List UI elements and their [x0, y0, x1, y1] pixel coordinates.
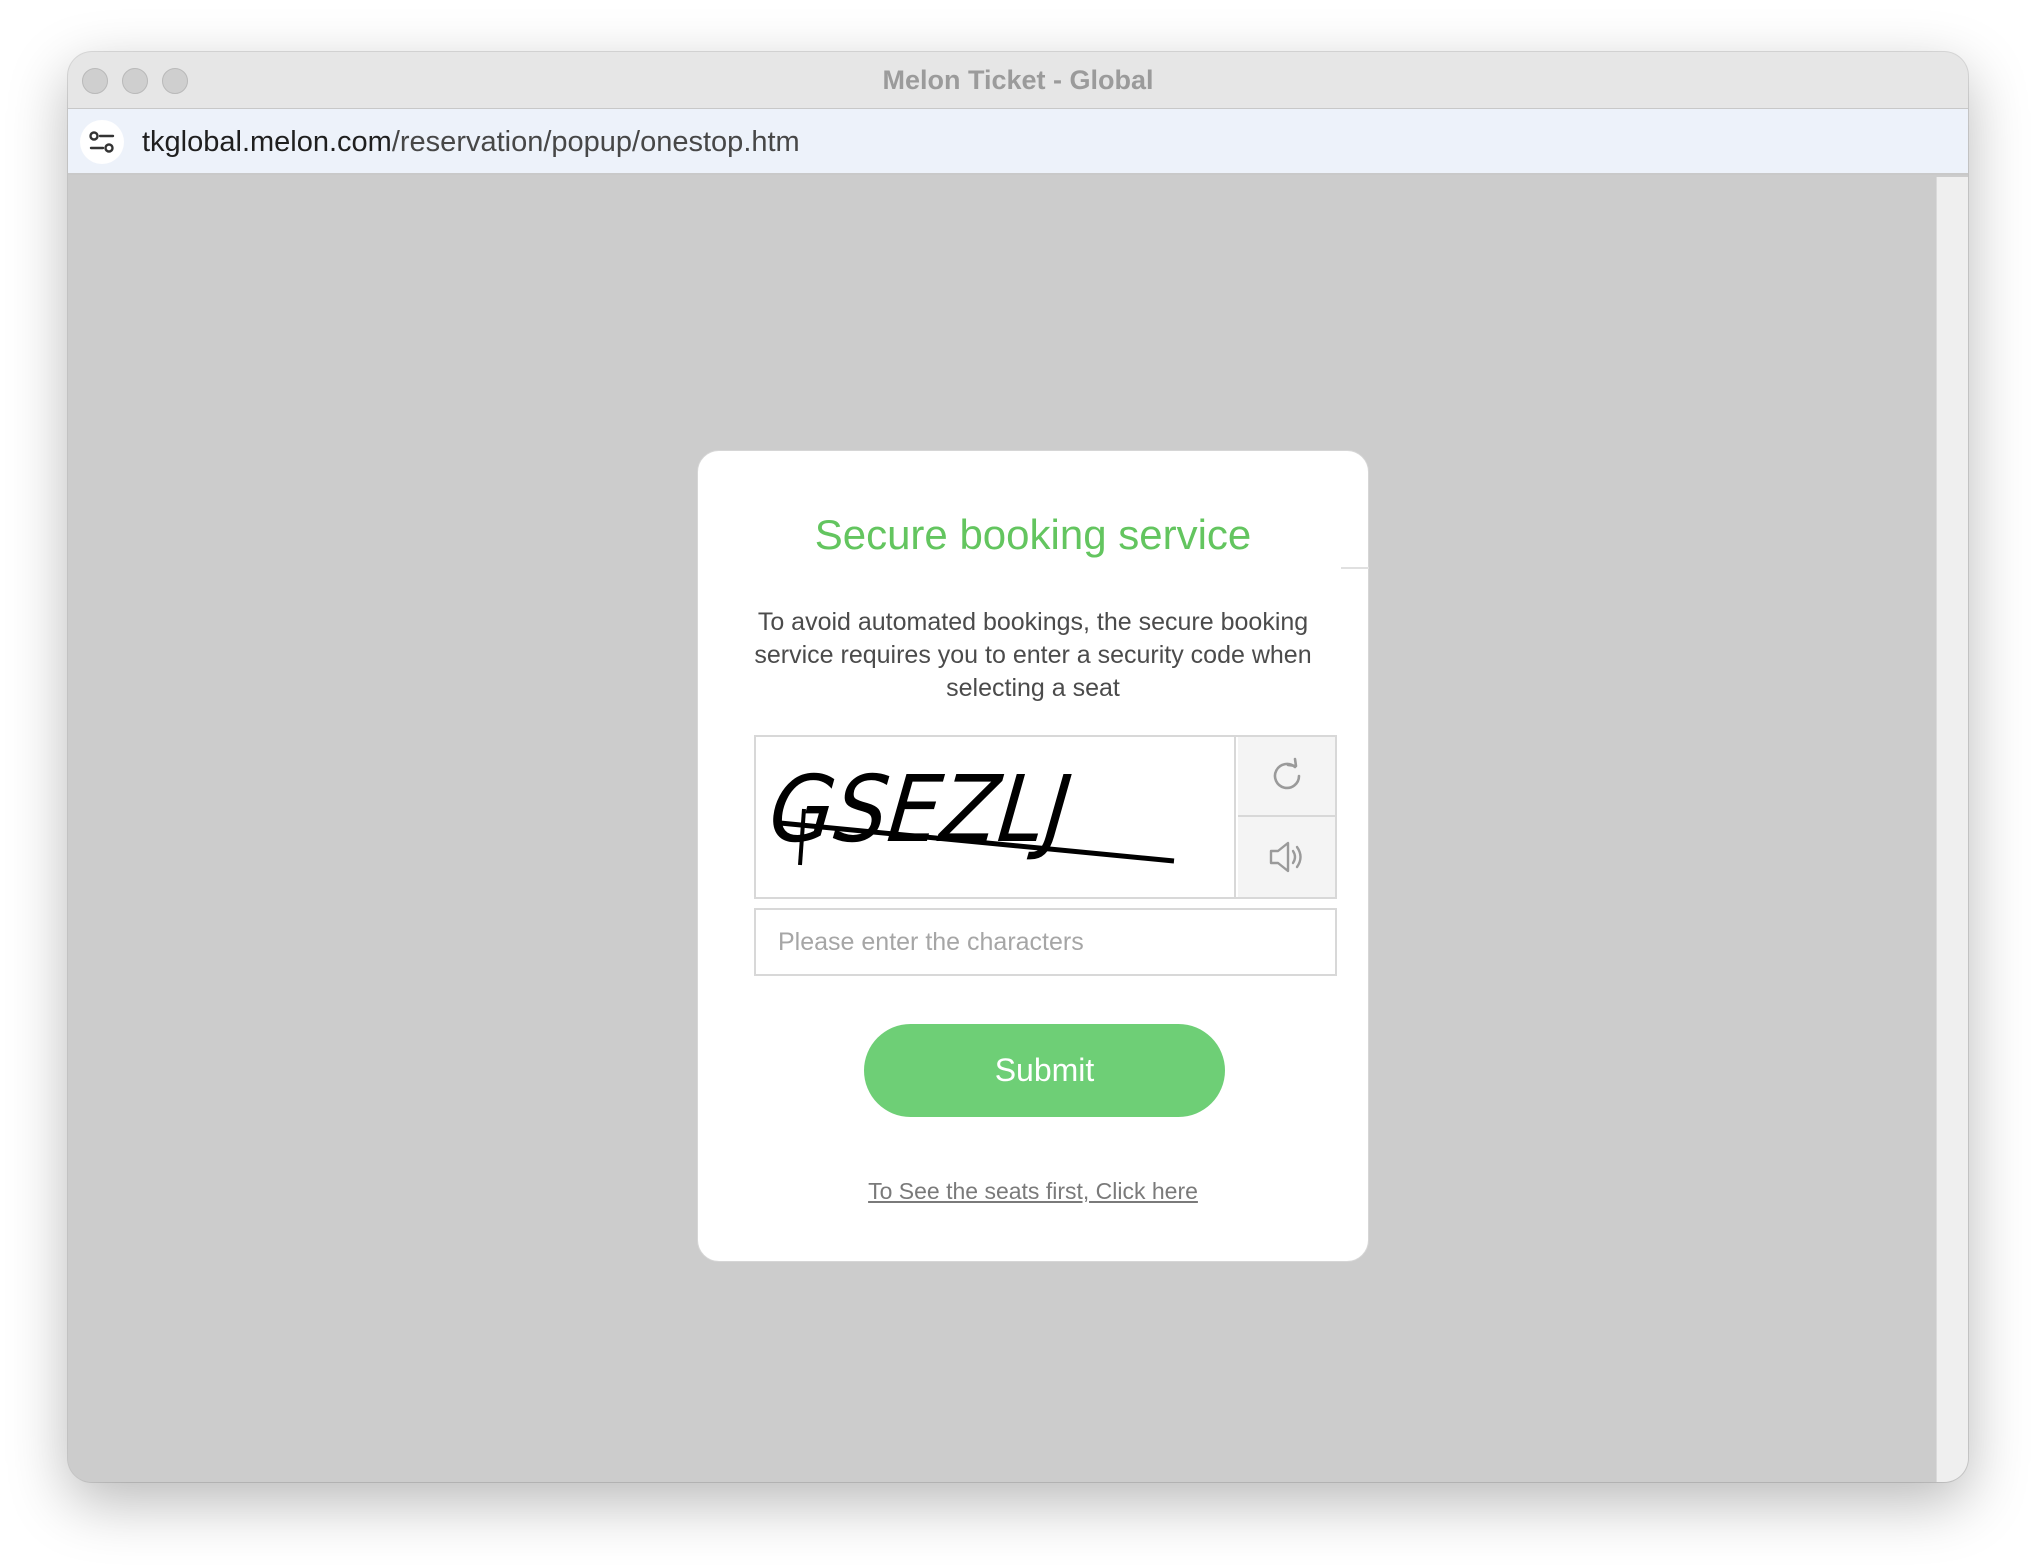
refresh-captcha-button[interactable] [1238, 737, 1335, 817]
window-title: Melon Ticket - Global [882, 65, 1154, 95]
dialog-title: Secure booking service [814, 511, 1252, 558]
site-settings-button[interactable] [80, 120, 124, 164]
secure-booking-dialog: Secure booking service To avoid automate… [697, 450, 1369, 1262]
captcha-image: GSEZLJ [756, 737, 1236, 897]
submit-button[interactable]: Submit [864, 1024, 1225, 1117]
speaker-icon [1269, 841, 1302, 873]
url-text[interactable]: tkglobal.melon.com/reservation/popup/one… [142, 109, 800, 175]
url-path: /reservation/popup/onestop.htm [391, 126, 800, 158]
divider [1341, 567, 1369, 569]
audio-captcha-button[interactable] [1238, 817, 1335, 897]
vertical-scrollbar[interactable] [1936, 177, 1968, 1482]
browser-window: Melon Ticket - Global tkglobal.melon.com… [68, 52, 1968, 1482]
address-bar[interactable]: tkglobal.melon.com/reservation/popup/one… [68, 109, 1968, 175]
captcha-panel: GSEZLJ [754, 735, 1337, 899]
captcha-code-input[interactable] [754, 908, 1337, 976]
dialog-description: To avoid automated bookings, the secure … [754, 608, 1312, 702]
title-bar: Melon Ticket - Global [68, 52, 1968, 109]
site-settings-icon [89, 131, 115, 153]
refresh-icon [1273, 757, 1300, 790]
url-host: tkglobal.melon.com [142, 126, 392, 158]
see-seats-link[interactable]: To See the seats first, Click here [698, 1178, 1368, 1205]
